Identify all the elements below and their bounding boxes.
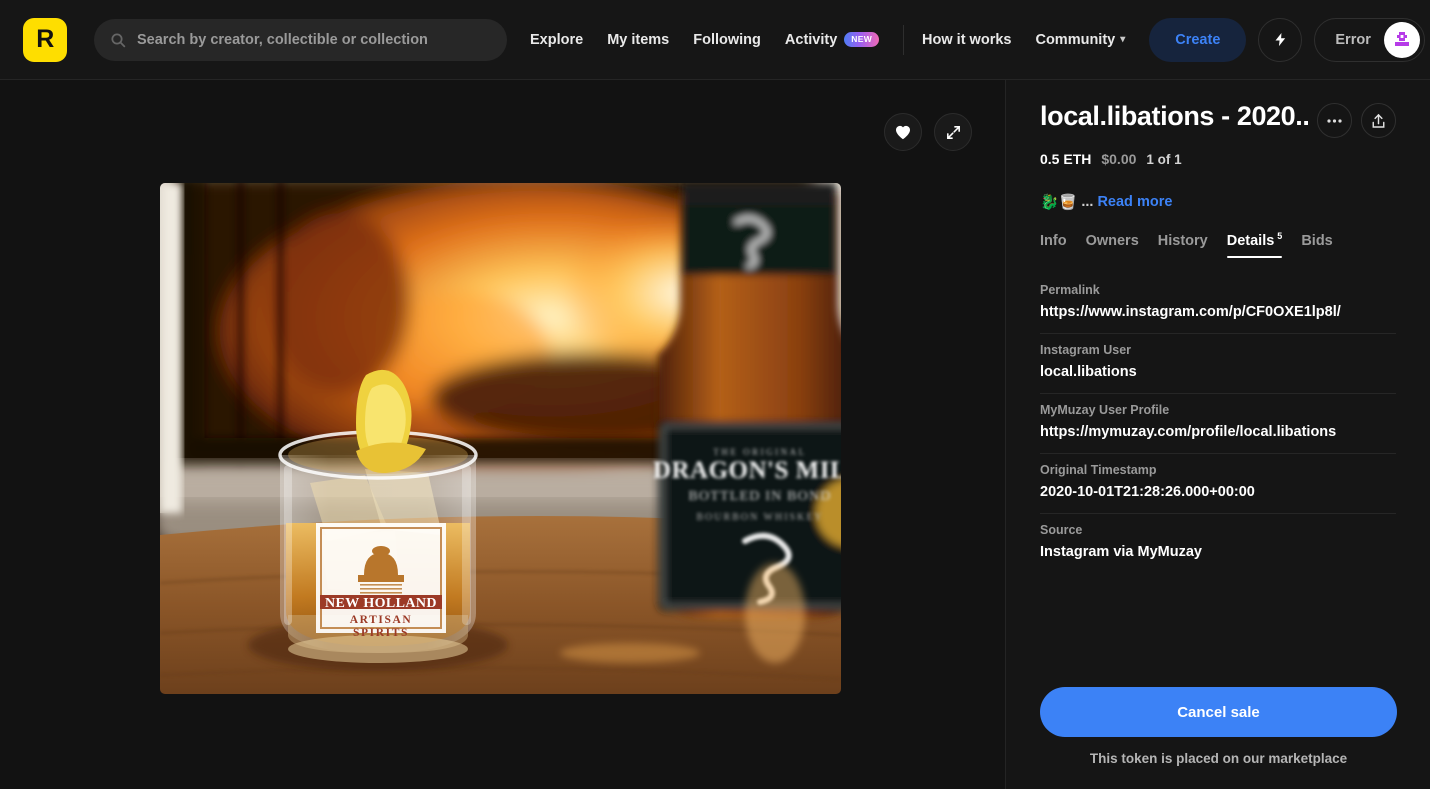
edition-count: 1 of 1 — [1146, 152, 1182, 167]
tab-details[interactable]: Details 5 — [1226, 231, 1283, 258]
detail-value: 2020-10-01T21:28:26.000+00:00 — [1040, 484, 1255, 500]
description-row: 🐉🥃 ... Read more — [1040, 193, 1396, 211]
header-actions: Create Error — [1149, 17, 1425, 62]
nav-item-how-it-works[interactable]: How it works — [922, 32, 1011, 48]
share-button[interactable] — [1361, 103, 1396, 138]
artwork-image: DRAGON'S MILK THE ORIGINAL BOTTLED IN BO… — [160, 183, 841, 694]
detail-label: Original Timestamp — [1040, 463, 1157, 477]
lightning-bolt-icon — [1275, 32, 1286, 47]
rarible-logo[interactable]: R — [23, 17, 67, 62]
detail-row-permalink: Permalink https://www.instagram.com/p/CF… — [1040, 283, 1396, 334]
detail-value: Instagram via MyMuzay — [1040, 544, 1202, 560]
ellipsis-icon — [1327, 118, 1342, 123]
tab-count: 5 — [1277, 231, 1283, 241]
price-eth: 0.5 ETH — [1040, 151, 1092, 167]
nav-item-my-items[interactable]: My items — [607, 32, 669, 48]
svg-text:BOTTLED IN BOND: BOTTLED IN BOND — [688, 489, 831, 504]
notifications-button[interactable] — [1258, 17, 1303, 62]
nav-label: How it works — [922, 31, 1012, 48]
marketplace-footnote: This token is placed on our marketplace — [1089, 751, 1348, 766]
nav-item-activity[interactable]: Activity NEW — [784, 31, 880, 48]
user-menu[interactable]: Error — [1314, 17, 1425, 62]
nav-item-following[interactable]: Following — [693, 32, 761, 48]
search-input[interactable] — [137, 31, 491, 48]
tab-bids[interactable]: Bids — [1301, 233, 1332, 258]
nav-label: Activity — [784, 31, 838, 48]
details-list: Permalink https://www.instagram.com/p/CF… — [1040, 283, 1396, 573]
detail-value[interactable]: local.libations — [1040, 364, 1396, 380]
heart-icon — [896, 125, 910, 139]
tab-label: History — [1157, 233, 1208, 249]
svg-text:ARTISAN: ARTISAN — [350, 614, 413, 626]
media-pane: DRAGON'S MILK THE ORIGINAL BOTTLED IN BO… — [0, 80, 1005, 789]
page-title: local.libations - 2020... — [1040, 101, 1308, 131]
media-action-group — [884, 113, 972, 151]
tab-owners[interactable]: Owners — [1086, 233, 1139, 258]
more-options-button[interactable] — [1317, 103, 1352, 138]
price-usd: $0.00 — [1101, 151, 1137, 167]
primary-nav: Explore My items Following Activity NEW … — [530, 24, 1149, 55]
nav-label: Following — [693, 31, 761, 48]
tab-label: Info — [1040, 233, 1067, 249]
nav-label: Explore — [530, 31, 584, 48]
detail-label: Permalink — [1040, 283, 1100, 297]
detail-row-mymuzay-profile: MyMuzay User Profile https://mymuzay.com… — [1040, 394, 1396, 454]
title-row: local.libations - 2020... — [1040, 100, 1396, 138]
detail-row-original-timestamp: Original Timestamp 2020-10-01T21:28:26.0… — [1040, 454, 1396, 514]
price-row: 0.5 ETH $0.00 1 of 1 — [1040, 151, 1396, 167]
detail-value[interactable]: https://www.instagram.com/p/CF0OXE1lp8l/ — [1040, 304, 1396, 320]
nav-divider — [903, 24, 905, 55]
item-detail-panel: local.libations - 2020... 0.5 ETH $0.00 … — [1005, 80, 1430, 789]
expand-icon — [946, 125, 960, 139]
svg-text:THE ORIGINAL: THE ORIGINAL — [713, 447, 806, 457]
tab-label: Owners — [1085, 233, 1139, 249]
avatar-glyph-icon — [1394, 31, 1409, 46]
search-box[interactable] — [94, 18, 507, 61]
detail-value[interactable]: https://mymuzay.com/profile/local.libati… — [1040, 424, 1396, 440]
tab-history[interactable]: History — [1158, 233, 1208, 258]
create-button[interactable]: Create — [1149, 17, 1247, 62]
svg-text:DRAGON'S MILK: DRAGON'S MILK — [653, 457, 841, 484]
expand-button[interactable] — [934, 113, 972, 151]
svg-text:SPIRITS: SPIRITS — [353, 627, 409, 639]
nav-label: My items — [607, 31, 670, 48]
share-icon — [1372, 113, 1385, 128]
tab-label: Bids — [1301, 233, 1333, 249]
nav-item-explore[interactable]: Explore — [530, 32, 583, 48]
avatar — [1383, 21, 1420, 58]
detail-label: Source — [1040, 523, 1083, 537]
app-root: R Explore My items Following Activity NE… — [0, 0, 1430, 789]
tab-label: Details — [1226, 233, 1275, 249]
svg-text:BOURBON WHISKEY: BOURBON WHISKEY — [696, 512, 823, 523]
nav-item-community[interactable]: Community ▾ — [1035, 32, 1125, 48]
description-emoji: 🐉🥃 — [1040, 194, 1078, 211]
detail-tabs: Info Owners History Details 5 Bids — [1040, 231, 1396, 258]
top-navbar: R Explore My items Following Activity NE… — [0, 0, 1430, 80]
detail-row-source: Source Instagram via MyMuzay — [1040, 514, 1396, 573]
detail-label: MyMuzay User Profile — [1040, 403, 1170, 417]
detail-row-instagram-user: Instagram User local.libations — [1040, 334, 1396, 394]
description-ellipsis: ... — [1081, 194, 1094, 210]
user-label: Error — [1335, 31, 1371, 48]
logo-letter: R — [36, 25, 54, 53]
read-more-link[interactable]: Read more — [1097, 194, 1172, 210]
svg-text:NEW HOLLAND: NEW HOLLAND — [325, 596, 437, 611]
nav-label: Community — [1035, 31, 1116, 48]
item-artwork[interactable]: DRAGON'S MILK THE ORIGINAL BOTTLED IN BO… — [160, 183, 841, 694]
detail-label: Instagram User — [1040, 343, 1132, 357]
favorite-button[interactable] — [884, 113, 922, 151]
new-badge: NEW — [844, 32, 880, 47]
chevron-down-icon: ▾ — [1120, 34, 1126, 45]
cancel-sale-button[interactable]: Cancel sale — [1040, 687, 1397, 737]
search-icon — [111, 32, 126, 47]
tab-info[interactable]: Info — [1040, 233, 1067, 258]
